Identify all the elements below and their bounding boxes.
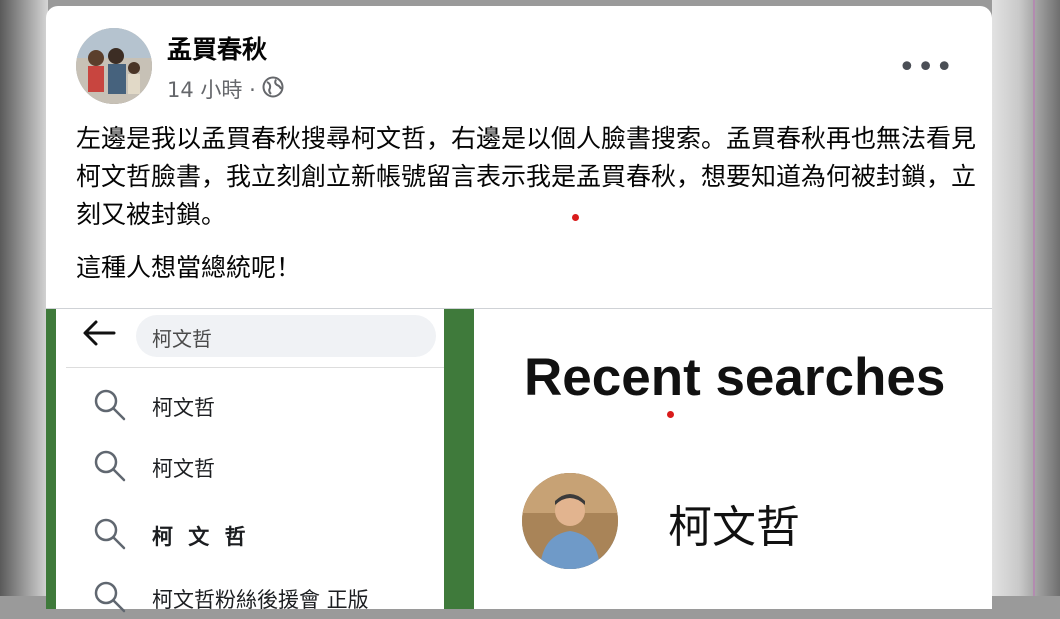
- suggestion-label: 柯 文 哲: [152, 525, 250, 549]
- search-screenshot-right: Recent searches 柯文哲: [474, 309, 992, 609]
- result-name[interactable]: 柯文哲: [668, 491, 800, 555]
- search-icon: [92, 579, 128, 619]
- post-timestamp[interactable]: 14 小時 ·: [167, 74, 256, 104]
- search-suggestion[interactable]: 柯文哲: [92, 387, 215, 427]
- post-paragraph: 左邊是我以孟買春秋搜尋柯文哲，右邊是以個人臉書搜索。孟買春秋再也無法看見柯文哲臉…: [76, 124, 977, 229]
- recent-searches-heading: Recent searches: [524, 348, 946, 407]
- facebook-post-card: 孟買春秋 14 小時 · ••• 左邊是我以孟買春秋搜尋柯文哲，右邊是以個人臉書…: [46, 6, 992, 613]
- search-suggestion[interactable]: 柯文哲粉絲後援會 正版: [92, 579, 369, 619]
- post-meta: 14 小時 ·: [167, 74, 284, 104]
- search-input-value: 柯文哲: [152, 327, 212, 351]
- result-avatar[interactable]: [522, 473, 618, 569]
- suggestion-label: 柯文哲: [152, 396, 215, 420]
- video-frame-right: [992, 0, 1060, 596]
- divider: [66, 367, 444, 368]
- more-options-icon[interactable]: •••: [898, 50, 954, 85]
- back-arrow-icon[interactable]: [82, 319, 116, 351]
- post-body: 左邊是我以孟買春秋搜尋柯文哲，右邊是以個人臉書搜索。孟買春秋再也無法看見柯文哲臉…: [76, 120, 976, 302]
- frame-edge-line: [1033, 0, 1035, 596]
- globe-icon: [262, 76, 284, 103]
- red-marker-dot: [572, 214, 579, 221]
- person-photo-icon: [522, 473, 618, 569]
- search-suggestion[interactable]: 柯 文 哲: [92, 516, 250, 556]
- post-paragraph: 這種人想當總統呢！: [76, 253, 302, 282]
- search-icon: [92, 387, 128, 427]
- avatar-photo-icon: [76, 28, 152, 104]
- search-input[interactable]: 柯文哲: [136, 315, 436, 357]
- author-avatar[interactable]: [76, 28, 152, 104]
- suggestion-label: 柯文哲: [152, 457, 215, 481]
- search-icon: [92, 448, 128, 488]
- search-screenshot-left: 柯文哲 柯文哲 柯文哲 柯 文 哲 柯文哲粉絲後援會 正版: [46, 309, 484, 613]
- author-name[interactable]: 孟買春秋: [167, 30, 267, 66]
- search-icon: [92, 516, 128, 556]
- search-suggestion[interactable]: 柯文哲: [92, 448, 215, 488]
- suggestion-label: 柯文哲粉絲後援會 正版: [152, 588, 369, 612]
- post-image[interactable]: 柯文哲 柯文哲 柯文哲 柯 文 哲 柯文哲粉絲後援會 正版 Recent sea…: [46, 308, 992, 613]
- red-marker-dot: [667, 411, 674, 418]
- video-frame-left: [0, 0, 48, 596]
